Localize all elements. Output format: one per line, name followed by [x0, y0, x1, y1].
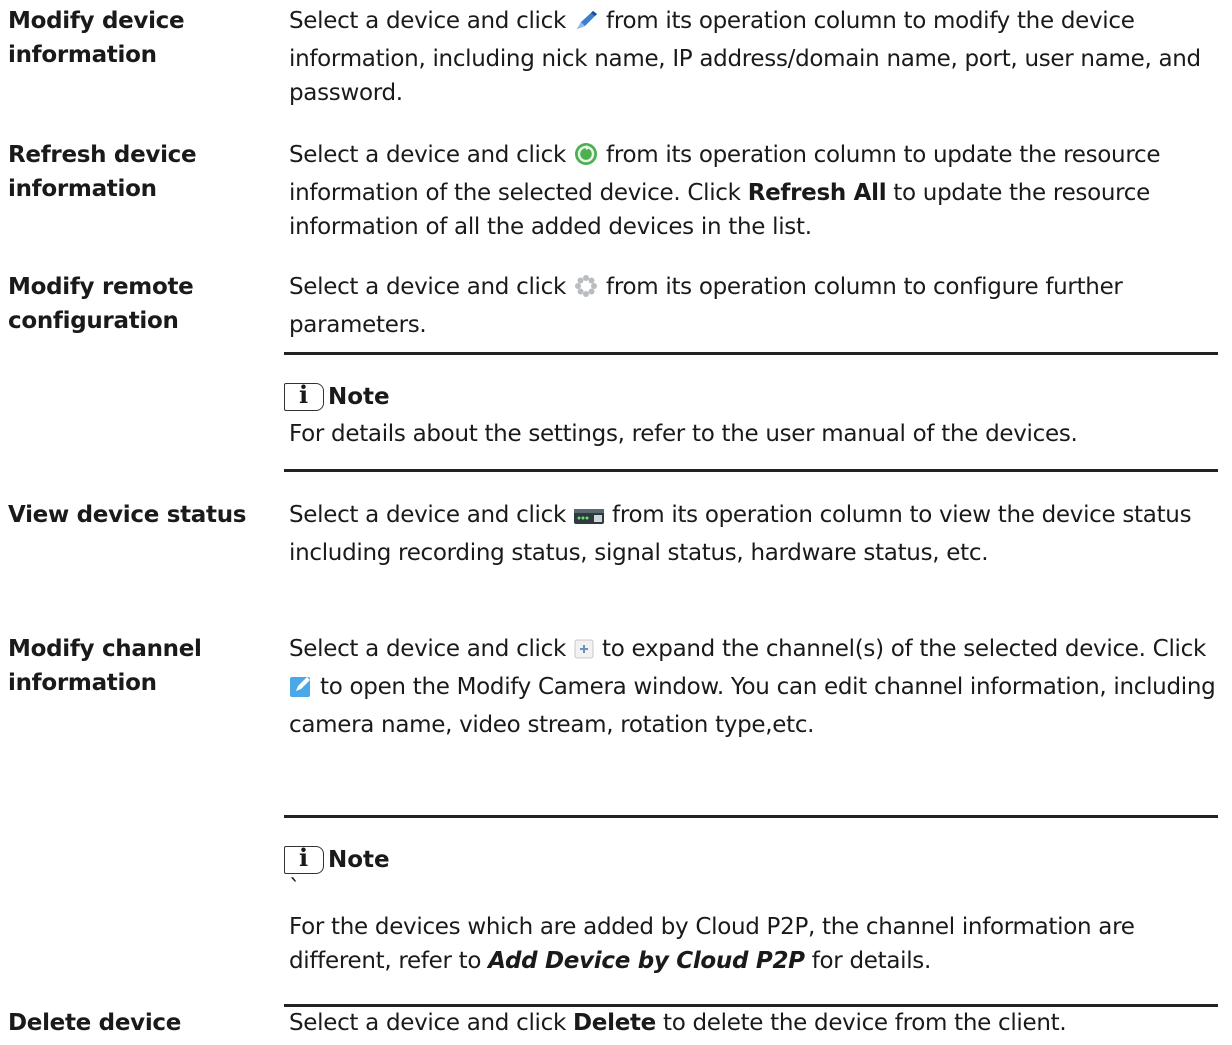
desc-text: to delete the device from the client. [655, 1010, 1067, 1036]
device-status-icon [573, 502, 605, 536]
refresh-icon [573, 142, 599, 176]
stray-mark: ` [289, 876, 301, 902]
note-box: i Note ` For the devices which are added… [284, 815, 1218, 1007]
expand-plus-icon [573, 636, 595, 670]
note-text: For details about the settings, refer to… [289, 421, 1078, 447]
pencil-icon [573, 8, 599, 42]
info-icon: i [284, 843, 324, 874]
info-icon: i [284, 380, 324, 411]
note-text: For the devices which are added by Cloud… [284, 904, 1218, 984]
term-label: Delete device [8, 1010, 182, 1036]
term-description: Select a device and click Delete to dele… [289, 1006, 1224, 1040]
term-description: Select a device and click from its opera… [289, 4, 1224, 110]
term-label: Modify channel information [8, 636, 202, 696]
term-description: Select a device and click to expand the … [289, 632, 1224, 742]
desc-text: to expand the channel(s) of the selected… [595, 636, 1206, 662]
gear-icon [573, 274, 599, 308]
desc-text: Select a device and click [289, 8, 574, 34]
desc-text: to open the Modify Camera window. You ca… [289, 674, 1216, 738]
desc-text: Select a device and click [289, 274, 574, 300]
desc-text: Select a device and click [289, 502, 574, 528]
desc-text: Select a device and click [289, 636, 574, 662]
note-header: i Note [284, 367, 1218, 411]
term-description: Select a device and click from its opera… [289, 138, 1224, 244]
delete-label: Delete [573, 1010, 656, 1036]
term-description: Select a device and click from its opera… [289, 498, 1224, 570]
term-description: Select a device and click from its opera… [289, 270, 1224, 342]
note-title: Note [328, 847, 390, 873]
term-label: Modify device information [8, 8, 185, 68]
cross-reference-link[interactable]: Add Device by Cloud P2P [488, 948, 805, 974]
term-label: View device status [8, 502, 247, 528]
note-title: Note [328, 384, 390, 410]
note-box: i Note For details about the settings, r… [284, 352, 1218, 472]
note-header: i Note [284, 830, 1218, 874]
note-text-part: for details. [804, 948, 932, 974]
desc-text: Select a device and click [289, 142, 574, 168]
term-label: Modify remote configuration [8, 274, 194, 334]
edit-icon [289, 674, 313, 708]
refresh-all-label: Refresh All [747, 180, 887, 206]
term-label: Refresh device information [8, 142, 197, 202]
desc-text: Select a device and click [289, 1010, 574, 1036]
